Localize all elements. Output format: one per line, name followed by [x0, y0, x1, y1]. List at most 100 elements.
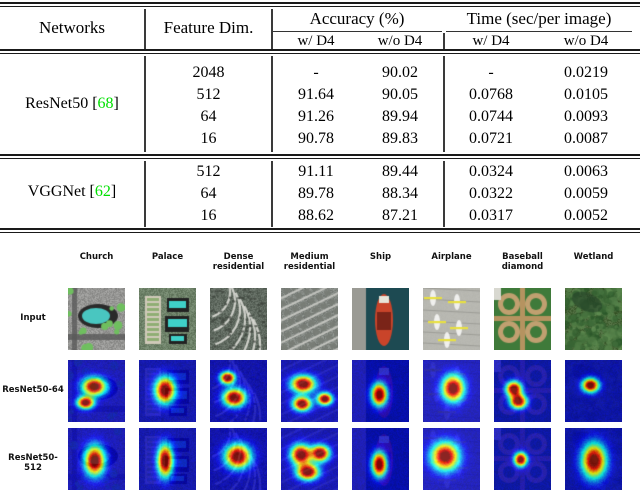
table-cell-acc-w: 89.78: [298, 185, 334, 202]
header-feature-dim: Feature Dim.: [163, 18, 254, 37]
input-image-thumbnail: [352, 288, 409, 350]
column-divider-2-vggnet: [271, 161, 273, 227]
subheader-time-with-d4: w/ D4: [472, 33, 510, 49]
figure-column-title: Church: [79, 252, 114, 262]
network-cite-vggnet: 62: [94, 183, 111, 200]
figure-column-title: Medium residential: [283, 252, 336, 272]
cam-heatmap-thumbnail: [565, 428, 622, 490]
figure-column-title: Wetland: [573, 252, 614, 262]
table-cell-acc-wo: 89.83: [382, 130, 418, 147]
cam-heatmap-thumbnail: [281, 360, 338, 422]
table-cell-acc-w: 88.62: [298, 207, 334, 224]
cam-heatmap-thumbnail: [210, 360, 267, 422]
subheader-accuracy-without-d4: w/o D4: [377, 33, 423, 49]
table-bottomrule-thick: [0, 228, 640, 230]
table-cell-time-wo: 0.0052: [564, 207, 608, 224]
column-divider-3-subheader: [443, 33, 445, 49]
table-cell-time-w: 0.0721: [469, 130, 513, 147]
column-divider-2-resnet: [271, 56, 273, 152]
row-label-vggnet: VGGNet [62]: [0, 183, 144, 201]
header-networks: Networks: [38, 18, 106, 37]
cam-heatmap-thumbnail: [281, 428, 338, 490]
table-midrule-thin: [0, 158, 640, 159]
table-cell-dim: 64: [200, 185, 217, 202]
table-cell-acc-w: -: [313, 64, 319, 81]
cam-heatmap-thumbnail: [210, 428, 267, 490]
table-cell-time-wo: 0.0063: [564, 163, 608, 180]
table-cell-acc-w: 91.26: [298, 108, 334, 125]
subheader-accuracy-with-d4: w/ D4: [297, 33, 335, 49]
cam-heatmap-thumbnail: [494, 428, 551, 490]
header-accuracy: Accuracy (%): [309, 9, 405, 28]
table-cell-dim: 16: [200, 207, 217, 224]
network-cite-resnet50-open: [: [88, 95, 98, 112]
table-cell-time-wo: 0.0105: [564, 86, 608, 103]
figure-column-title: Airplane: [431, 252, 472, 262]
table-toprule-thick: [0, 2, 640, 4]
figure-row-label: ResNet50-64: [2, 385, 64, 395]
table-cell-dim: 16: [200, 130, 217, 147]
cam-heatmap-thumbnail: [68, 428, 125, 490]
figure-column-title: Palace: [151, 252, 184, 262]
figure-column-title: Dense residential: [212, 252, 265, 272]
table-cell-time-wo: 0.0059: [564, 185, 608, 202]
network-name-resnet50: ResNet50: [25, 95, 89, 112]
input-image-thumbnail: [139, 288, 196, 350]
cam-heatmap-thumbnail: [494, 360, 551, 422]
column-divider-3-resnet: [443, 56, 445, 152]
table-cell-time-w: 0.0324: [469, 163, 513, 180]
cam-heatmap-thumbnail: [139, 360, 196, 422]
input-image-thumbnail: [423, 288, 480, 350]
cam-heatmap-thumbnail: [565, 360, 622, 422]
table-cell-dim: 512: [196, 86, 221, 103]
column-divider-3-vggnet: [443, 161, 445, 227]
table-cell-time-w: -: [488, 64, 494, 81]
table-cell-acc-w: 90.78: [298, 130, 334, 147]
heatmap-figure: Church Palace Dense residential Medium reside…: [0, 236, 640, 500]
table-cell-acc-wo: 89.44: [382, 163, 418, 180]
table-cell-time-wo: 0.0087: [564, 130, 608, 147]
figure-row-label: Input: [20, 313, 46, 323]
table-bottomrule-thin: [0, 232, 640, 233]
input-image-thumbnail: [281, 288, 338, 350]
row-label-resnet50: ResNet50 [68]: [0, 95, 144, 113]
input-image-thumbnail: [565, 288, 622, 350]
figure-column-title: Ship: [369, 252, 392, 262]
cmidrule-accuracy: [272, 31, 442, 32]
table-cell-acc-wo: 88.34: [382, 185, 418, 202]
cam-heatmap-thumbnail: [423, 360, 480, 422]
cmidrule-time: [446, 31, 632, 32]
table-cell-acc-wo: 87.21: [382, 207, 418, 224]
table-cell-acc-wo: 90.02: [382, 64, 418, 81]
input-image-thumbnail: [494, 288, 551, 350]
cam-heatmap-thumbnail: [68, 360, 125, 422]
table-cell-time-w: 0.0768: [469, 86, 513, 103]
network-cite-vggnet-open: [: [85, 183, 95, 200]
table-cell-dim: 2048: [192, 64, 225, 81]
network-name-vggnet: VGGNet: [27, 183, 86, 200]
table-cell-time-wo: 0.0093: [564, 108, 608, 125]
subheader-time-without-d4: w/o D4: [563, 33, 609, 49]
table-toprule-thin: [0, 6, 640, 7]
table-cell-dim: 512: [196, 163, 221, 180]
table-cell-dim: 64: [200, 108, 217, 125]
cam-heatmap-thumbnail: [139, 428, 196, 490]
input-image-thumbnail: [68, 288, 125, 350]
table-midrule-thick: [0, 154, 640, 156]
network-cite-vggnet-close: ]: [110, 183, 117, 200]
table-cell-time-w: 0.0744: [469, 108, 513, 125]
network-cite-resnet50: 68: [97, 95, 114, 112]
input-image-thumbnail: [210, 288, 267, 350]
table-cell-time-wo: 0.0219: [564, 64, 608, 81]
table-cell-time-w: 0.0317: [469, 207, 513, 224]
table-cell-acc-w: 91.11: [298, 163, 334, 180]
network-cite-resnet50-close: ]: [113, 95, 119, 112]
cam-heatmap-thumbnail: [352, 360, 409, 422]
results-table: Networks Feature Dim. Accuracy (%) Time …: [0, 0, 640, 236]
table-cell-time-w: 0.0322: [469, 185, 513, 202]
table-cell-acc-w: 91.64: [298, 86, 334, 103]
table-cell-acc-wo: 90.05: [382, 86, 418, 103]
figure-row-label: ResNet50-512: [8, 453, 58, 473]
header-time: Time (sec/per image): [466, 9, 612, 28]
figure-column-title: Baseball diamond: [501, 252, 544, 272]
